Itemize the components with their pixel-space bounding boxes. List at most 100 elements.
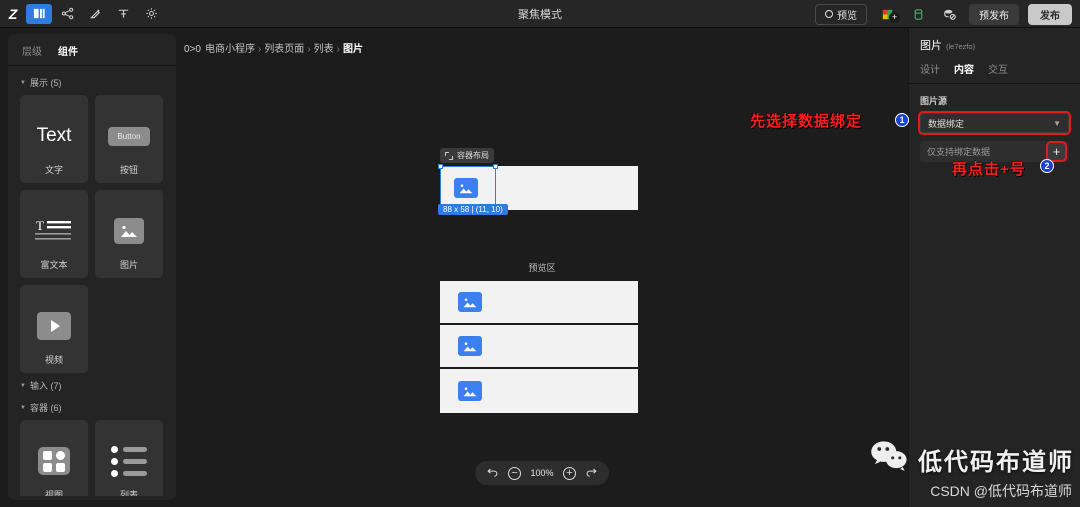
component-card-button[interactable]: Button 按钮 — [95, 95, 163, 183]
selection-size-badge: 88 x 58 | (11, 10) — [438, 204, 508, 215]
preview-eye-icon — [825, 10, 833, 18]
plus-badge: + — [889, 12, 900, 23]
tab-layers[interactable]: 层级 — [22, 43, 42, 58]
component-label-richtext: 富文本 — [40, 260, 68, 270]
text-thumb-label: Text — [36, 125, 72, 146]
top-toolbar: Z 聚焦模式 预览 + 预发布 发布 — [0, 0, 1080, 28]
annotation-step-2-badge: 2 — [1040, 159, 1054, 173]
component-label-video: 视频 — [44, 355, 63, 365]
layout-frame-icon — [445, 151, 453, 160]
group-header-input[interactable]: ▼ 输入 (7) — [8, 373, 176, 395]
image-source-select-wrap: 数据绑定 ▼ — [918, 111, 1071, 135]
list-item[interactable] — [440, 281, 638, 325]
add-component-icon[interactable]: + — [876, 4, 900, 24]
component-card-video[interactable]: 视频 — [20, 285, 88, 373]
play-icon — [50, 320, 60, 332]
component-label-button: 按钮 — [119, 165, 138, 175]
container-layout-tag[interactable]: 容器布局 — [440, 148, 494, 163]
pen-tool-icon[interactable] — [82, 4, 108, 24]
video-thumb-icon — [37, 299, 71, 353]
list-item[interactable] — [440, 325, 638, 369]
group-header-display[interactable]: ▼ 展示 (5) — [8, 70, 176, 92]
redo-icon[interactable] — [585, 464, 597, 482]
share-nodes-icon[interactable] — [54, 4, 80, 24]
add-binding-button[interactable]: + — [1046, 141, 1067, 162]
tab-components[interactable]: 组件 — [58, 43, 78, 58]
annotation-step-2-text: 再点击+号 — [952, 161, 1026, 178]
database-icon[interactable] — [907, 4, 929, 24]
image-placeholder-icon — [458, 336, 482, 356]
container-layout-label: 容器布局 — [457, 151, 489, 160]
component-card-image[interactable]: 图片 — [95, 190, 163, 278]
right-properties-panel: 图片 (le7ezfo) 设计 内容 交互 图片源 数据绑定 ▼ 仅支持绑定数据 … — [908, 28, 1080, 507]
component-label-text: 文字 — [44, 165, 63, 175]
preview-button-label: 预览 — [837, 10, 857, 22]
zoom-out-button[interactable]: − — [508, 466, 521, 480]
watermark-row: 低代码布道师 — [870, 440, 1074, 479]
top-actions: 预览 + 预发布 发布 — [815, 0, 1072, 28]
preview-list — [440, 281, 638, 413]
cloud-sync-icon[interactable] — [938, 4, 960, 24]
image-source-label: 图片源 — [920, 96, 948, 106]
component-library: ▼ 展示 (5) Text 文字 Button 按钮 T 富文本 图片 视频 ▼… — [8, 66, 176, 496]
group-input-label: 输入 (7) — [29, 381, 62, 391]
watermark-subtitle: CSDN @低代码布道师 — [930, 483, 1072, 499]
caret-down-icon: ▼ — [20, 382, 26, 389]
zoom-in-button[interactable]: + — [563, 466, 576, 480]
component-card-view[interactable]: 视图 — [20, 420, 88, 496]
list-thumb-icon — [111, 434, 147, 488]
annotation-step-1-badge: 1 — [895, 113, 909, 127]
element-title-text: 图片 — [920, 40, 942, 52]
button-thumb: Button — [108, 109, 150, 163]
list-item[interactable] — [440, 369, 638, 413]
view-thumb-icon — [38, 434, 70, 488]
component-grid-display: Text 文字 Button 按钮 T 富文本 图片 视频 — [8, 92, 176, 373]
pre-publish-button[interactable]: 预发布 — [969, 3, 1019, 25]
image-placeholder-icon — [458, 381, 482, 401]
group-header-container[interactable]: ▼ 容器 (6) — [8, 395, 176, 417]
binding-hint: 仅支持绑定数据 — [927, 147, 991, 157]
group-display-label: 展示 (5) — [29, 78, 62, 88]
image-source-select[interactable]: 数据绑定 ▼ — [918, 111, 1071, 135]
layers-panel-icon[interactable] — [26, 3, 52, 24]
properties-tabs: 设计 内容 交互 — [909, 59, 1080, 83]
tab-interaction[interactable]: 交互 — [988, 61, 1008, 76]
left-panel: 层级 组件 ▼ 展示 (5) Text 文字 Button 按钮 T 富文本 图… — [8, 34, 176, 500]
canvas-area: 0>0 电商小程序 › 列表页面 › 列表 › 图片 容器布局 88 x 58 | (11, … — [176, 28, 908, 507]
richtext-thumb-icon: T — [34, 204, 74, 258]
zoom-level: 100% — [530, 468, 554, 478]
gear-icon[interactable] — [138, 4, 164, 24]
resize-handle-top-left[interactable] — [438, 164, 443, 169]
watermark: 低代码布道师 CSDN @低代码布道师 — [870, 440, 1074, 501]
component-card-text[interactable]: Text 文字 — [20, 95, 88, 183]
image-placeholder-icon — [454, 178, 478, 198]
tab-content[interactable]: 内容 — [954, 61, 974, 76]
image-thumb-icon — [114, 204, 144, 258]
preview-area-label: 预览区 — [528, 263, 556, 273]
svg-text:T: T — [36, 218, 44, 233]
group-container-label: 容器 (6) — [29, 403, 62, 413]
component-grid-container: 视图 列表 — [8, 417, 176, 496]
undo-icon[interactable] — [487, 464, 499, 482]
app-logo[interactable]: Z — [0, 6, 26, 22]
resize-handle-top-right[interactable] — [493, 164, 498, 169]
left-panel-tabs: 层级 组件 — [8, 34, 176, 65]
design-stage: 容器布局 88 x 58 | (11, 10) 预览区 − 100% + — [176, 28, 908, 507]
wechat-icon — [870, 440, 910, 479]
element-title: 图片 (le7ezfo) — [909, 28, 1080, 59]
image-source-value: 数据绑定 — [928, 118, 965, 129]
align-icon[interactable] — [110, 4, 136, 24]
image-placeholder-icon — [458, 292, 482, 312]
publish-button[interactable]: 发布 — [1028, 3, 1072, 25]
preview-button[interactable]: 预览 — [815, 3, 867, 25]
tab-design[interactable]: 设计 — [920, 61, 940, 76]
component-label-list: 列表 — [119, 490, 138, 496]
caret-down-icon: ▼ — [20, 404, 26, 411]
component-card-list[interactable]: 列表 — [95, 420, 163, 496]
caret-down-icon: ▼ — [20, 79, 26, 86]
component-label-view: 视图 — [44, 490, 63, 496]
button-thumb-label: Button — [108, 126, 150, 146]
component-card-richtext[interactable]: T 富文本 — [20, 190, 88, 278]
image-source-section: 图片源 数据绑定 ▼ 仅支持绑定数据 + — [909, 84, 1080, 162]
watermark-name: 低代码布道师 — [918, 449, 1074, 476]
